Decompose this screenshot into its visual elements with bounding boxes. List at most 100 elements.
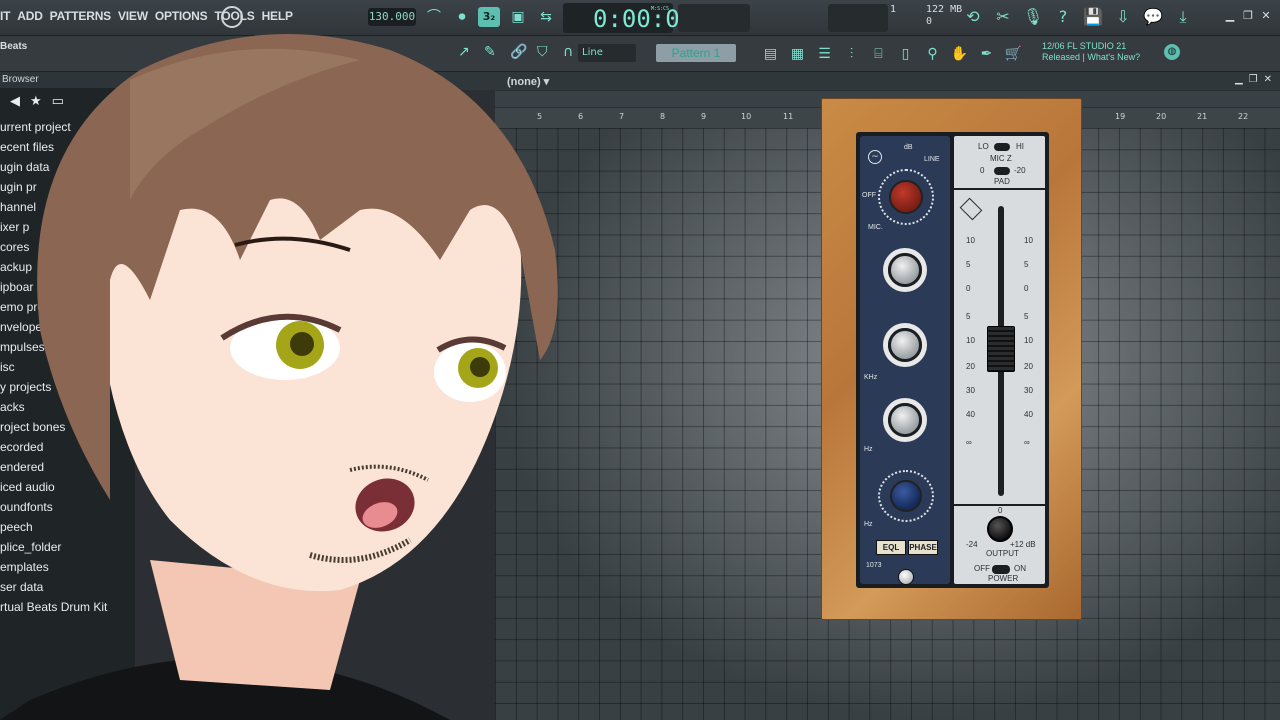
download-icon[interactable]: ⤓ <box>1172 6 1194 28</box>
folder-icon[interactable]: ▭ <box>52 94 64 114</box>
globe-icon[interactable]: ◍ <box>1164 44 1180 60</box>
output-max-label: +12 dB <box>1010 540 1036 549</box>
high-shelf-knob[interactable] <box>888 253 922 287</box>
restore-icon[interactable]: ❐ <box>1249 74 1258 85</box>
snap-select[interactable]: Line <box>578 44 636 62</box>
record-button[interactable] <box>221 6 243 28</box>
mixer-icon[interactable]: ⫶ <box>841 44 862 64</box>
render-icon[interactable]: ⇩ <box>1112 6 1134 28</box>
menu-edit[interactable]: IT <box>0 9 10 23</box>
fader-handle[interactable] <box>987 326 1015 372</box>
restore-icon[interactable]: ❐ <box>1242 10 1254 22</box>
list-item[interactable]: peech <box>0 517 135 537</box>
time-display[interactable]: 0:00:00 M:S:CS <box>563 3 694 33</box>
list-item[interactable]: mpulses <box>0 337 135 357</box>
speaker-icon[interactable]: ◀ <box>10 94 20 114</box>
list-item[interactable]: ser data <box>0 577 135 597</box>
magnet-icon[interactable]: ∩ <box>563 44 573 60</box>
list-item[interactable]: plice_folder <box>0 537 135 557</box>
eq-logo-icon: ~ <box>868 150 882 164</box>
link-icon[interactable]: 🔗 <box>510 44 527 60</box>
wait-input-icon[interactable]: ⇆ <box>535 7 557 27</box>
pad-switch[interactable] <box>994 167 1010 175</box>
list-item[interactable]: ackup <box>0 257 135 277</box>
plugin-db-icon[interactable]: ⌸ <box>868 44 889 64</box>
list-item[interactable]: acks <box>0 397 135 417</box>
cart-icon[interactable]: 🛒 <box>1003 44 1024 64</box>
low-freq-knob[interactable] <box>888 403 922 437</box>
list-item[interactable]: emplates <box>0 557 135 577</box>
close-icon[interactable]: ✕ <box>1264 74 1272 85</box>
pattern-select[interactable]: Pattern 1 <box>656 44 736 62</box>
menu-patterns[interactable]: PATTERNS <box>50 9 111 23</box>
plugin-icon[interactable]: ⚲ <box>922 44 943 64</box>
list-item[interactable]: urrent project <box>0 117 135 137</box>
input-gain-knob[interactable] <box>889 180 923 214</box>
list-item[interactable]: ixer p <box>0 217 135 237</box>
avatar-left-eyelid <box>220 313 342 341</box>
channel-rack-icon[interactable]: ☰ <box>814 44 835 64</box>
list-item[interactable]: roject bones <box>0 417 135 437</box>
output-knob[interactable] <box>987 516 1013 542</box>
pick-icon[interactable]: ✋ <box>949 44 970 64</box>
list-item[interactable]: ugin pr <box>0 177 135 197</box>
power-switch[interactable] <box>992 565 1010 574</box>
list-item[interactable]: iced audio <box>0 477 135 497</box>
news-link[interactable]: Released | What's New? <box>1042 52 1140 63</box>
ruler-tick: 6 <box>578 112 584 121</box>
mid-freq-knob[interactable] <box>888 328 922 362</box>
output-label: OUTPUT <box>986 549 1019 558</box>
list-item[interactable]: cores <box>0 237 135 257</box>
avatar-mouth <box>355 478 415 532</box>
mic-z-switch[interactable] <box>994 143 1010 151</box>
list-item[interactable]: ugin data <box>0 157 135 177</box>
list-item[interactable]: nvelopes <box>0 317 135 337</box>
pattern-song-icon[interactable]: ▣ <box>507 7 529 27</box>
draw-tool-icon[interactable]: ↗ <box>458 44 470 60</box>
microphone-icon[interactable]: 🎙 <box>1022 6 1044 28</box>
cut-icon[interactable]: ✂ <box>992 6 1014 28</box>
news-panel[interactable]: 12/06 FL STUDIO 21 Released | What's New… <box>1042 41 1140 63</box>
playlist-title[interactable]: (none) ▾ <box>507 75 549 88</box>
menu-options[interactable]: OPTIONS <box>155 9 208 23</box>
list-item[interactable]: hannel <box>0 197 135 217</box>
list-item[interactable]: ecent files <box>0 137 135 157</box>
metronome-icon[interactable]: ⌒ <box>423 7 445 27</box>
list-item[interactable]: isc <box>0 357 135 377</box>
chat-icon[interactable]: 💬 <box>1142 6 1164 28</box>
step-edit-icon[interactable]: 3₂ <box>478 7 500 27</box>
project-icon[interactable]: ▯ <box>895 44 916 64</box>
menu-view[interactable]: VIEW <box>118 9 148 23</box>
tempo-display[interactable]: 130.000 <box>368 8 416 26</box>
playlist-icon[interactable]: ▤ <box>760 44 781 64</box>
stamp-icon[interactable]: ⛉ <box>537 44 548 60</box>
pen-icon[interactable]: ✒ <box>976 44 997 64</box>
undo-icon[interactable]: ⟲ <box>962 6 984 28</box>
menu-help[interactable]: HELP <box>262 9 293 23</box>
ruler-tick: 7 <box>619 112 625 121</box>
browser-toolbar: ◀ ★ ▭ <box>0 88 135 114</box>
help-icon[interactable]: ? <box>1052 6 1074 28</box>
paint-tool-icon[interactable]: ✎ <box>484 44 496 60</box>
minimize-icon[interactable]: ▁ <box>1224 10 1236 22</box>
list-item[interactable]: oundfonts <box>0 497 135 517</box>
minimize-icon[interactable]: ▁ <box>1235 74 1243 85</box>
avatar-left-pupil <box>290 332 314 356</box>
list-item[interactable]: ipboar <box>0 277 135 297</box>
high-pass-knob[interactable] <box>890 480 922 512</box>
list-item[interactable]: ecorded <box>0 437 135 457</box>
close-icon[interactable]: ✕ <box>1260 10 1272 22</box>
list-item[interactable]: endered <box>0 457 135 477</box>
star-icon[interactable]: ★ <box>30 94 42 114</box>
menu-add[interactable]: ADD <box>17 9 43 23</box>
phase-button[interactable]: PHASE <box>908 540 938 555</box>
ruler-tick: 8 <box>660 112 666 121</box>
power-led-button[interactable] <box>898 569 914 585</box>
list-item[interactable]: emo pro <box>0 297 135 317</box>
eql-button[interactable]: EQL <box>876 540 906 555</box>
save-icon[interactable]: 💾 <box>1082 6 1104 28</box>
piano-roll-icon[interactable]: ▦ <box>787 44 808 64</box>
list-item[interactable]: y projects <box>0 377 135 397</box>
loop-record-icon[interactable]: ⏺ <box>451 7 473 27</box>
list-item[interactable]: rtual Beats Drum Kit <box>0 597 135 617</box>
